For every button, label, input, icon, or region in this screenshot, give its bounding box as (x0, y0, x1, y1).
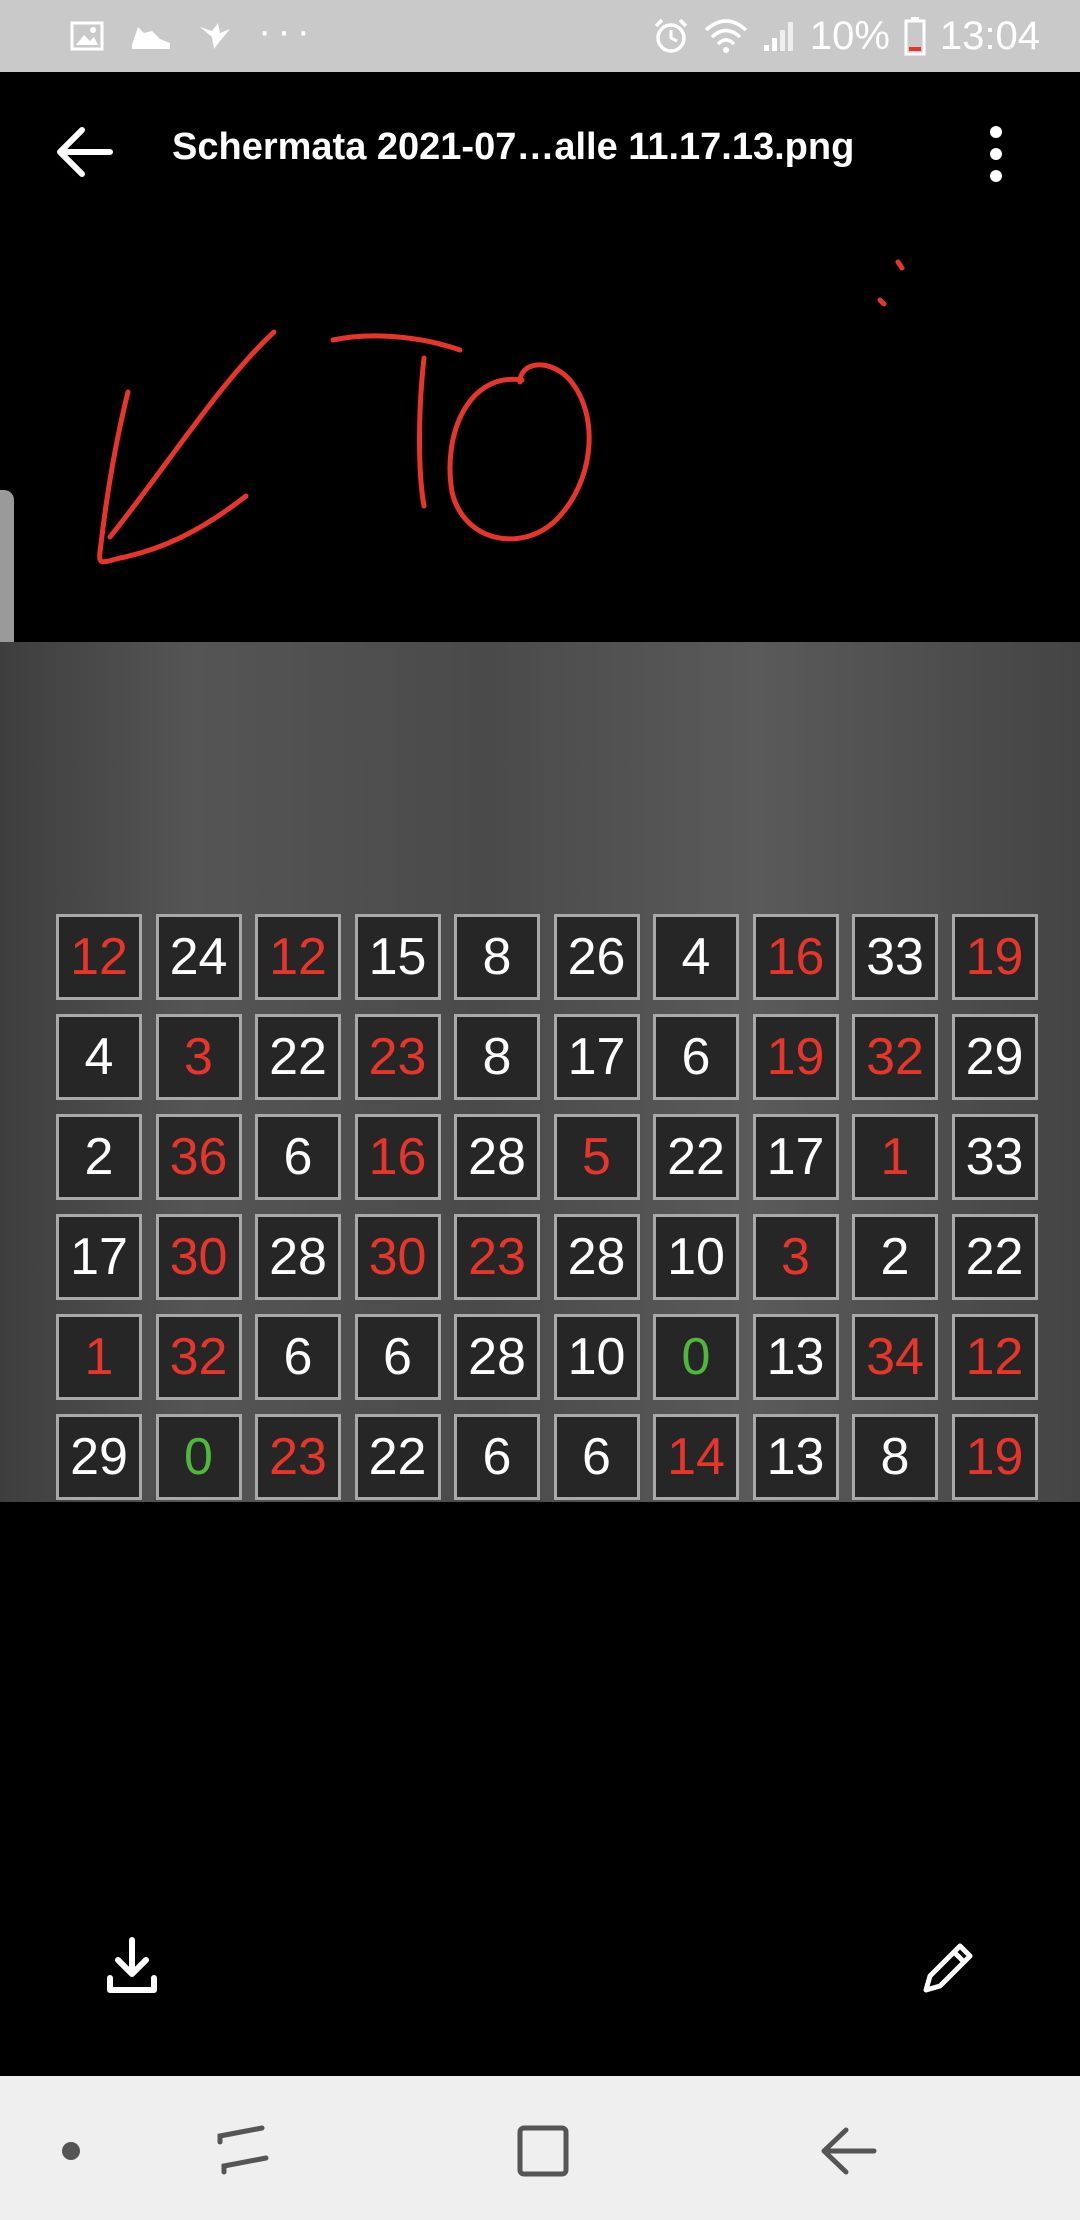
back-arrow-icon[interactable] (48, 116, 120, 188)
alarm-icon (654, 18, 688, 53)
shoe-icon (132, 27, 170, 49)
bird-icon (200, 23, 230, 49)
signal-icon (763, 22, 793, 51)
recents-icon[interactable] (208, 2116, 278, 2186)
edit-icon[interactable] (918, 1936, 980, 1998)
image-icon (70, 21, 104, 51)
clock: 13:04 (939, 13, 1040, 58)
to-letter-t (330, 333, 463, 509)
battery-percent: 10% (809, 13, 890, 58)
home-icon[interactable] (508, 2116, 578, 2186)
more-notifications-icon: ··· (258, 8, 316, 53)
file-title: Schermata 2021-07…alle 11.17.13.png (172, 126, 855, 168)
navigation-bar (0, 2076, 1080, 2220)
status-bar: ··· 10% 13:04 (0, 0, 1080, 72)
image-viewer[interactable]: 12 24 12 15 8 26 4 16 33 19 4 3 22 23 8 17 6 19 32 29 2 36 6 16… (0, 232, 1080, 1502)
to-letter-o (447, 362, 592, 542)
handwritten-annotations (97, 259, 905, 565)
download-icon[interactable] (104, 1936, 160, 1998)
wifi-icon (704, 19, 747, 53)
back-nav-icon[interactable] (812, 2116, 882, 2186)
battery-icon (904, 17, 926, 56)
dot-icon[interactable] (36, 2116, 106, 2186)
to-arrow-stroke (97, 329, 277, 565)
tiny-mark (877, 259, 905, 307)
more-options-icon[interactable] (968, 122, 1024, 186)
app-bar: Schermata 2021-07…alle 11.17.13.png (0, 72, 1080, 232)
